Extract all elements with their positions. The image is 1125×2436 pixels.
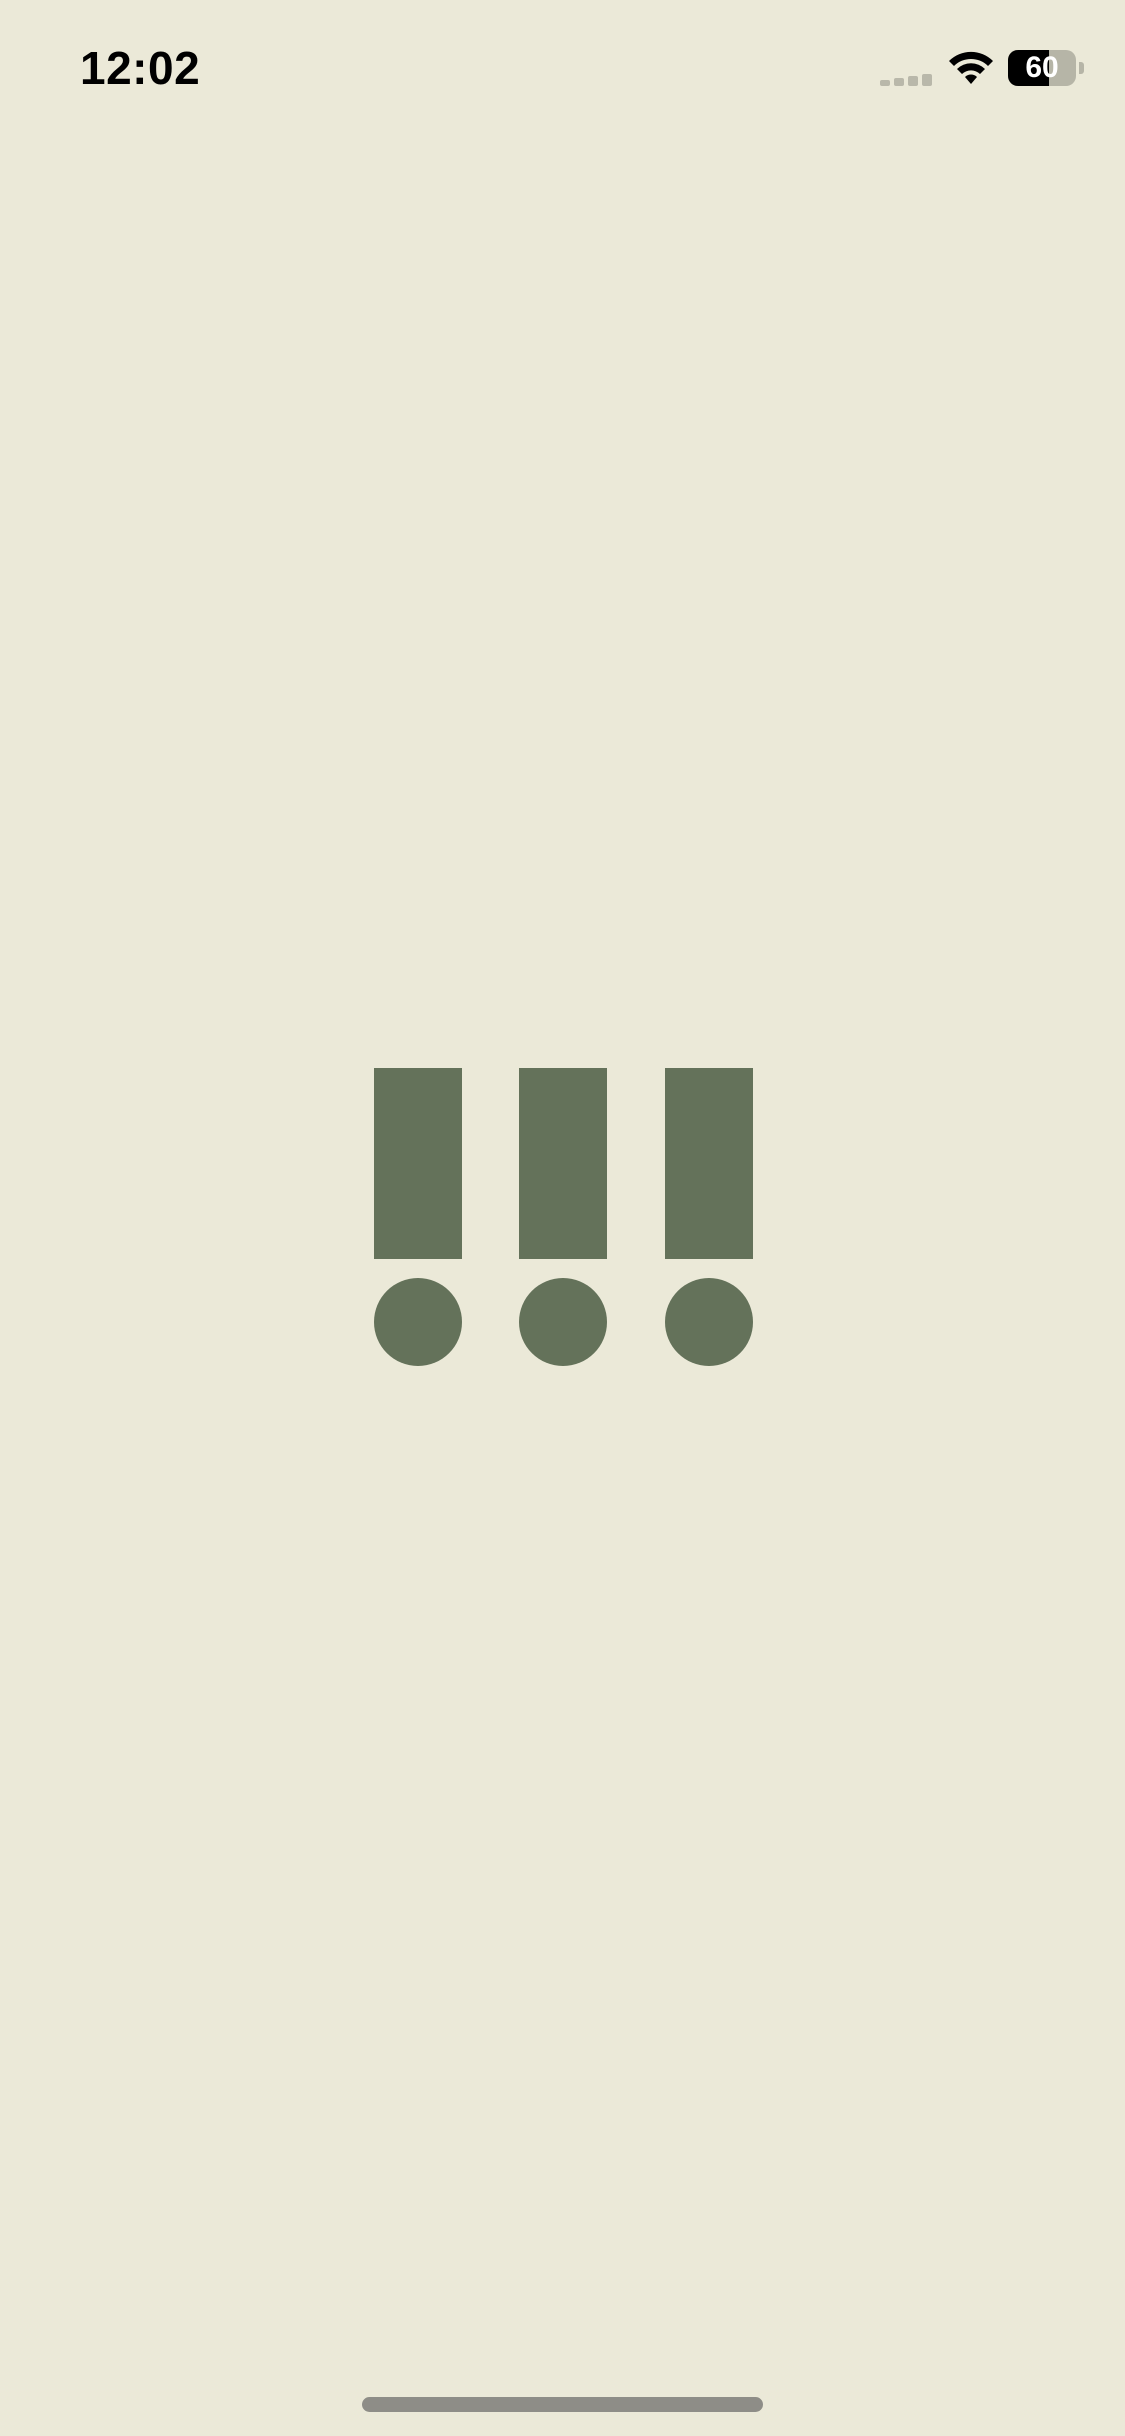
battery-cap [1079, 62, 1084, 74]
home-indicator[interactable] [362, 2397, 763, 2412]
battery-level-text: 60 [1025, 51, 1059, 84]
wifi-icon [946, 48, 996, 86]
exclamation-mark-3 [665, 1068, 753, 1368]
status-time: 12:02 [80, 42, 201, 94]
status-bar: 12:02 60 [0, 0, 1125, 132]
battery-icon: 60 [1008, 50, 1084, 86]
exclamation-dot [374, 1278, 462, 1366]
cellular-signal-icon [880, 72, 936, 86]
exclamation-bar [374, 1068, 462, 1259]
exclamation-mark-2 [519, 1068, 607, 1368]
three-exclamation-marks-logo [374, 1068, 753, 1368]
exclamation-bar [665, 1068, 753, 1259]
exclamation-bar [519, 1068, 607, 1259]
battery-body: 60 [1008, 50, 1076, 86]
exclamation-dot [519, 1278, 607, 1366]
exclamation-mark-1 [374, 1068, 462, 1368]
exclamation-dot [665, 1278, 753, 1366]
